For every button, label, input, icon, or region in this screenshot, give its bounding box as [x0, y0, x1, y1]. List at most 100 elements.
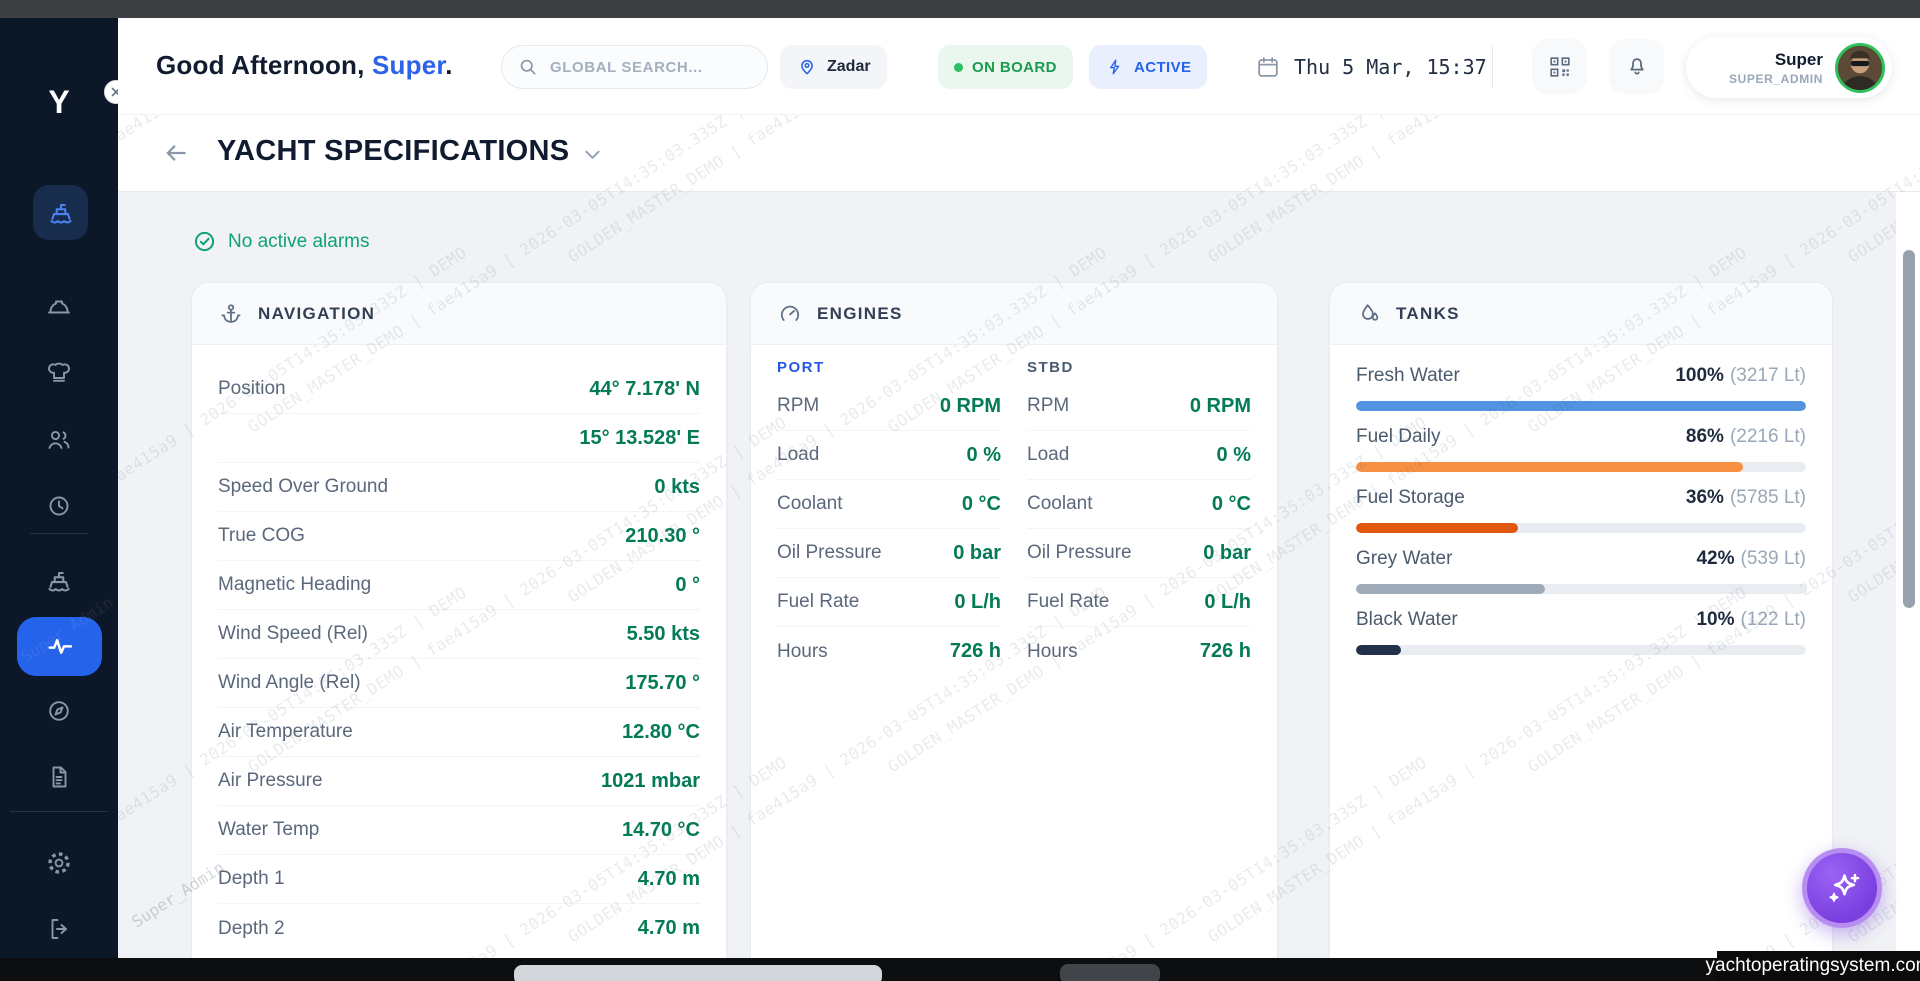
avatar: [1835, 43, 1885, 93]
table-row: Air Temperature12.80 °C: [218, 708, 700, 757]
row-value: 0 L/h: [954, 591, 1001, 614]
engines-card-body: PORT RPM0 RPM Load0 % Coolant0 °C Oil Pr…: [751, 345, 1277, 676]
engines-card: ENGINES PORT RPM0 RPM Load0 % Coolant0 °…: [750, 282, 1278, 958]
tank-gauge-track: [1356, 462, 1806, 472]
tank-gauge-track: [1356, 401, 1806, 411]
tank-reading: 10%(122 Lt): [1696, 609, 1806, 631]
tank-label: Grey Water: [1356, 548, 1452, 570]
ship-icon: [46, 198, 76, 228]
table-row: True COG210.30 °: [218, 512, 700, 561]
sidebar-item-crew[interactable]: [0, 426, 118, 454]
compass-icon: [45, 697, 73, 725]
qr-code-button[interactable]: [1532, 39, 1587, 94]
sidebar-divider: [10, 811, 108, 812]
row-value: 0 RPM: [1190, 395, 1251, 418]
tanks-card-body: Fresh Water100%(3217 Lt) Fuel Daily86%(2…: [1330, 345, 1832, 655]
search-input[interactable]: [501, 45, 768, 89]
tank-row: Black Water10%(122 Lt): [1356, 609, 1806, 655]
tank-gauge-track: [1356, 523, 1806, 533]
scrollbar-thumb[interactable]: [1903, 250, 1915, 608]
logout-icon: [45, 915, 73, 943]
global-search: [501, 45, 768, 89]
lightning-icon: [1105, 57, 1125, 77]
table-row: Hours726 h: [1027, 627, 1251, 676]
table-row: Hours726 h: [777, 627, 1001, 676]
user-menu[interactable]: Super SUPER_ADMIN: [1686, 37, 1892, 98]
alarm-status: No active alarms: [193, 230, 370, 253]
users-icon: [45, 426, 73, 454]
sidebar-item-yacht[interactable]: [33, 185, 88, 240]
page-title: YACHT SPECIFICATIONS: [217, 135, 569, 168]
row-label: Speed Over Ground: [218, 476, 388, 498]
sidebar-item-schedule[interactable]: [0, 492, 118, 520]
ai-assistant-button[interactable]: [1802, 848, 1882, 928]
onboard-label: ON BOARD: [972, 59, 1057, 76]
hard-hat-icon: [45, 294, 73, 322]
location-pill[interactable]: Zadar: [780, 45, 887, 89]
table-row: Air Pressure1021 mbar: [218, 757, 700, 806]
sidebar-item-settings[interactable]: [0, 849, 118, 877]
table-row: Fuel Rate0 L/h: [777, 578, 1001, 627]
row-label: Oil Pressure: [777, 542, 882, 564]
engine-column-title: STBD: [1027, 359, 1251, 376]
sidebar-item-vessel[interactable]: [0, 566, 118, 596]
window-top-strip: [0, 0, 1920, 18]
row-label: Hours: [777, 641, 828, 663]
back-button[interactable]: [164, 141, 188, 165]
row-value: 0 kts: [654, 476, 700, 499]
row-value: 12.80 °C: [622, 721, 700, 744]
row-label: Load: [1027, 444, 1069, 466]
row-value: 0 bar: [953, 542, 1001, 565]
row-label: Magnetic Heading: [218, 574, 371, 596]
datetime-text: Thu 5 Mar, 15:37: [1294, 55, 1487, 79]
row-label: Hours: [1027, 641, 1078, 663]
tank-reading: 100%(3217 Lt): [1675, 365, 1806, 387]
sidebar-item-galley[interactable]: [0, 360, 118, 388]
navigation-card-body: Position 44° 7.178' N 15° 13.528' E Spee…: [192, 345, 726, 953]
row-label: Oil Pressure: [1027, 542, 1132, 564]
table-row: Oil Pressure0 bar: [1027, 529, 1251, 578]
tank-label: Fresh Water: [1356, 365, 1460, 387]
greeting-name: Super: [372, 50, 445, 80]
table-row: Wind Speed (Rel)5.50 kts: [218, 610, 700, 659]
table-row: Fuel Rate0 L/h: [1027, 578, 1251, 627]
tank-gauge-fill: [1356, 523, 1518, 533]
active-status-pill[interactable]: ACTIVE: [1089, 45, 1207, 89]
page-title-dropdown[interactable]: YACHT SPECIFICATIONS: [217, 135, 600, 168]
row-label: Depth 1: [218, 868, 285, 890]
sidebar-item-crew-work[interactable]: [0, 294, 118, 322]
user-role: SUPER_ADMIN: [1729, 72, 1823, 86]
row-label: RPM: [1027, 395, 1069, 417]
row-value: 0 °: [675, 574, 700, 597]
table-row: 15° 13.528' E: [218, 414, 700, 463]
table-row: Speed Over Ground 0 kts: [218, 463, 700, 512]
tank-gauge-fill: [1356, 584, 1545, 594]
table-row: Magnetic Heading 0 °: [218, 561, 700, 610]
datetime-display[interactable]: Thu 5 Mar, 15:37: [1255, 45, 1487, 89]
row-label: Coolant: [777, 493, 843, 515]
notifications-button[interactable]: [1609, 39, 1664, 94]
status-dot-icon: [954, 63, 963, 72]
engine-column-stbd: STBD RPM0 RPM Load0 % Coolant0 °C Oil Pr…: [1027, 345, 1251, 676]
gear-icon: [45, 849, 73, 877]
app-header: Good Afternoon, Super. Zadar ON BOARD AC…: [118, 18, 1920, 115]
sidebar-item-logout[interactable]: [0, 915, 118, 943]
user-meta: Super SUPER_ADMIN: [1729, 50, 1823, 86]
tanks-card-title: TANKS: [1396, 304, 1460, 324]
sidebar-item-navigation[interactable]: [0, 697, 118, 725]
table-row: Load0 %: [777, 431, 1001, 480]
droplet-icon: [1356, 301, 1382, 327]
row-value: 0 %: [967, 444, 1001, 467]
anchor-icon: [218, 301, 244, 327]
row-value: 210.30 °: [625, 525, 700, 548]
row-label: Depth 2: [218, 918, 285, 940]
table-row: Coolant0 °C: [1027, 480, 1251, 529]
engines-card-title: ENGINES: [817, 304, 903, 324]
sidebar-item-documents[interactable]: [0, 763, 118, 791]
sidebar-item-monitoring[interactable]: [17, 617, 102, 676]
tank-reading: 42%(539 Lt): [1696, 548, 1806, 570]
row-label: Position: [218, 378, 286, 400]
site-watermark-label: yachtoperatingsystem.com: [1717, 951, 1920, 981]
onboard-status-pill[interactable]: ON BOARD: [938, 45, 1073, 89]
row-label: RPM: [777, 395, 819, 417]
